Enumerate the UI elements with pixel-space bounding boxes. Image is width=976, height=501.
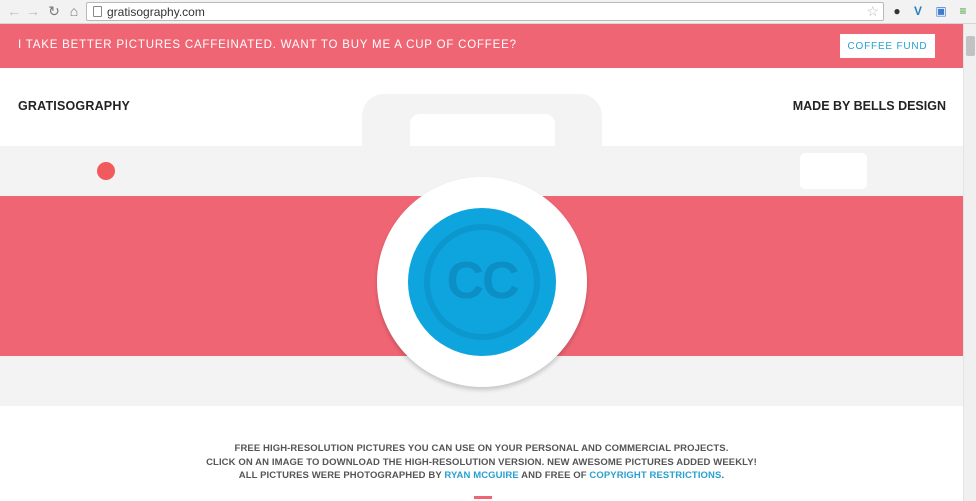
info-line-3-middle: AND FREE OF	[521, 470, 587, 481]
info-line-3: ALL PICTURES WERE PHOTOGRAPHED BY RYAN M…	[0, 469, 963, 483]
made-by-link[interactable]: MADE BY BELLS DESIGN	[793, 99, 946, 113]
copyright-link[interactable]: COPYRIGHT RESTRICTIONS	[589, 470, 721, 481]
author-link[interactable]: RYAN MCGUIRE	[444, 470, 518, 481]
info-line-2: CLICK ON AN IMAGE TO DOWNLOAD THE HIGH-R…	[206, 456, 757, 468]
page: I TAKE BETTER PICTURES CAFFEINATED. WANT…	[0, 24, 963, 501]
info-line-1: FREE HIGH-RESOLUTION PICTURES YOU CAN US…	[234, 443, 729, 454]
extension-v-icon[interactable]: V	[910, 3, 926, 19]
scrollbar-thumb[interactable]	[966, 36, 975, 56]
promo-text: I TAKE BETTER PICTURES CAFFEINATED. WANT…	[18, 39, 517, 51]
info-line-3-suffix: .	[721, 470, 725, 481]
back-icon[interactable]: ←	[5, 2, 23, 20]
reload-icon[interactable]: ↻	[45, 2, 63, 20]
url-text[interactable]: gratisography.com	[107, 5, 205, 19]
creative-commons-icon: CC	[446, 252, 519, 310]
site-logo[interactable]: GRATISOGRAPHY	[18, 99, 130, 113]
coffee-fund-button[interactable]: COFFEE FUND	[840, 34, 935, 58]
address-bar[interactable]: gratisography.com ☆	[86, 2, 884, 21]
camera-flash	[800, 153, 867, 189]
forward-icon[interactable]: →	[24, 2, 42, 20]
browser-toolbar: ← → ↻ ⌂ gratisography.com ☆ ● V ▣ ≡	[0, 0, 976, 24]
bookmark-star-icon[interactable]: ☆	[866, 3, 879, 20]
promo-banner: I TAKE BETTER PICTURES CAFFEINATED. WANT…	[0, 24, 963, 68]
page-scrollbar[interactable]	[963, 24, 976, 501]
menu-icon[interactable]: ≡	[955, 3, 971, 19]
extension-window-icon[interactable]: ▣	[933, 3, 949, 19]
page-icon	[93, 6, 102, 17]
extension-icon[interactable]: ●	[889, 3, 905, 19]
home-icon[interactable]: ⌂	[65, 2, 83, 20]
camera-red-dot	[97, 162, 115, 180]
info-text: FREE HIGH-RESOLUTION PICTURES YOU CAN US…	[0, 442, 963, 483]
divider-dash	[474, 496, 492, 499]
info-line-3-prefix: ALL PICTURES WERE PHOTOGRAPHED BY	[238, 470, 442, 481]
